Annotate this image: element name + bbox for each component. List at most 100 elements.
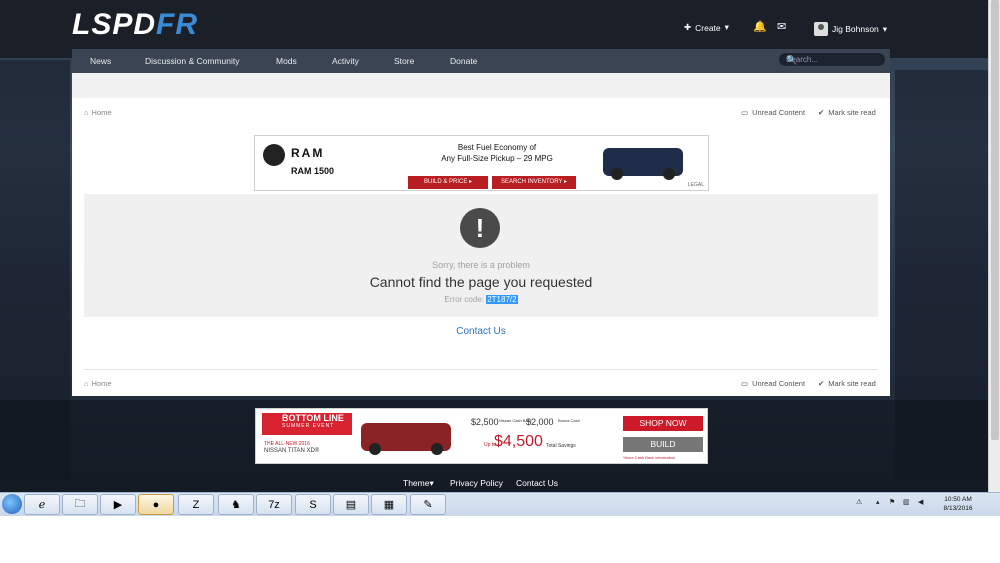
divider	[84, 369, 878, 370]
spreadsheet-icon[interactable]: ▦	[371, 494, 407, 515]
plus-icon: ✚	[684, 22, 692, 32]
breadcrumb-home[interactable]: Home	[92, 379, 112, 388]
contact-us-link[interactable]: Contact Us	[72, 326, 890, 337]
tray-network-icon[interactable]: ▥	[903, 498, 910, 506]
bell-icon[interactable]: 🔔	[753, 20, 767, 33]
mark-read-link[interactable]: ✔ Mark site read	[818, 108, 876, 117]
search-inventory-button[interactable]: SEARCH INVENTORY ▸	[492, 176, 576, 189]
ad-model: RAM 1500	[291, 166, 335, 176]
firefox-icon[interactable]: ●	[138, 494, 174, 515]
create-menu[interactable]: ✚ Create ▾	[684, 22, 729, 33]
error-code: 2T187/2	[486, 295, 518, 304]
privacy-policy-link[interactable]: Privacy Policy	[450, 478, 503, 488]
7zip-icon[interactable]: 7z	[256, 494, 292, 515]
envelope-icon[interactable]: ✉	[777, 20, 786, 33]
footer: Theme▾ Privacy Policy Contact Us	[0, 478, 988, 490]
screen: LSPDFR ✚ Create ▾ 🔔 ✉ Jig Bohnson ▾ News…	[0, 0, 1000, 563]
truck-image	[361, 423, 451, 455]
truck-image	[603, 148, 683, 180]
filezilla-icon[interactable]: Z	[178, 494, 214, 515]
ad-subheadline: SUMMER EVENT	[282, 423, 335, 429]
nav-item-discussion[interactable]: Discussion & Community	[145, 49, 239, 73]
unread-content-label: Unread Content	[752, 108, 806, 117]
error-code-label: Error code:	[444, 295, 484, 304]
inbox-icon: ▭	[741, 108, 749, 117]
mark-read-link[interactable]: ✔ Mark site read	[818, 379, 876, 388]
build-button[interactable]: BUILD	[623, 437, 703, 452]
skype-icon[interactable]: S	[295, 494, 331, 515]
site-logo[interactable]: LSPDFR	[72, 8, 198, 42]
tray-flag-icon[interactable]: ⚑	[889, 498, 895, 506]
ad-total: $4,500	[494, 433, 543, 450]
theme-label: Theme	[403, 478, 430, 488]
caret-down-icon: ▾	[429, 478, 434, 488]
home-icon: ⌂	[84, 108, 89, 117]
offer-1: $2,500	[471, 417, 499, 427]
ad-model-1: THE ALL-NEW 2016	[264, 441, 310, 447]
explorer-icon[interactable]: 🗀	[62, 494, 98, 515]
ad-headline-2: Any Full-Size Pickup – 29 MPG	[441, 154, 553, 163]
nav-item-donate[interactable]: Donate	[450, 49, 477, 73]
ad-legal[interactable]: LEGAL	[688, 182, 704, 188]
panel-header-strip	[72, 73, 890, 98]
exclamation-icon: !	[460, 208, 500, 248]
error-subtitle: Sorry, there is a problem	[432, 260, 530, 270]
logo-text-white: LSPD	[72, 8, 157, 41]
create-label: Create	[695, 22, 721, 33]
shop-now-button[interactable]: SHOP NOW	[623, 416, 703, 431]
nav-item-store[interactable]: Store	[394, 49, 414, 73]
check-icon: ✔	[818, 108, 825, 117]
ad-banner-ram[interactable]: RAM RAM 1500 Best Fuel Economy of Any Fu…	[254, 135, 709, 191]
nav-item-activity[interactable]: Activity	[332, 49, 359, 73]
footer-contact-link[interactable]: Contact Us	[516, 478, 558, 488]
game-icon[interactable]: ♞	[218, 494, 254, 515]
ad-total-note: Total Savings	[546, 443, 576, 449]
media-player-icon[interactable]: ▶	[100, 494, 136, 515]
logo-text-blue: FR	[156, 8, 199, 41]
tray-expand-icon[interactable]: ▴	[876, 498, 880, 506]
ram-logo-icon	[263, 144, 285, 166]
main-nav: News Discussion & Community Mods Activit…	[72, 49, 890, 73]
breadcrumb-home[interactable]: Home	[92, 108, 112, 117]
tray-volume-icon[interactable]: ◀	[918, 498, 923, 506]
notepad-icon[interactable]: ▤	[333, 494, 369, 515]
tray-alert-icon[interactable]: ⚠	[856, 498, 862, 506]
mark-read-label: Mark site read	[828, 108, 876, 117]
check-icon: ✔	[818, 379, 825, 388]
ie-icon[interactable]: ℯ	[24, 494, 60, 515]
caret-down-icon: ▾	[882, 23, 888, 34]
user-name: Jig Bohnson	[832, 24, 879, 34]
nav-item-news[interactable]: News	[90, 49, 111, 73]
clock-time: 10:50 AM	[944, 496, 972, 503]
error-title: Cannot find the page you requested	[369, 274, 593, 290]
ad-brand: RAM	[291, 146, 325, 160]
breadcrumb[interactable]: ⌂ Home	[84, 108, 112, 117]
search-input[interactable]: Search... 🔍	[778, 52, 886, 67]
avatar	[814, 22, 828, 36]
start-button[interactable]	[2, 494, 22, 514]
clock[interactable]: 10:50 AM 8/13/2016	[936, 495, 980, 513]
build-price-button[interactable]: BUILD & PRICE ▸	[408, 176, 488, 189]
unread-content-label: Unread Content	[752, 379, 806, 388]
scrollbar-thumb[interactable]	[991, 0, 999, 440]
scrollbar[interactable]	[988, 0, 1000, 492]
caret-down-icon: ▾	[724, 22, 729, 32]
unread-content-link[interactable]: ▭ Unread Content	[741, 108, 805, 117]
mark-read-label: Mark site read	[828, 379, 876, 388]
user-menu[interactable]: Jig Bohnson ▾	[814, 22, 887, 36]
error-code-line: Error code: 2T187/2	[84, 295, 878, 304]
home-icon: ⌂	[84, 379, 89, 388]
theme-menu[interactable]: Theme▾	[403, 478, 434, 489]
breadcrumb-bottom[interactable]: ⌂ Home	[84, 379, 112, 388]
unread-content-link[interactable]: ▭ Unread Content	[741, 379, 805, 388]
ad-banner-nissan[interactable]: BOTTOM LINE SUMMER EVENT THE ALL-NEW 201…	[255, 408, 708, 464]
ad-headline: Best Fuel Economy of Any Full-Size Picku…	[437, 142, 557, 164]
error-box: ! Sorry, there is a problem Cannot find …	[84, 194, 878, 317]
nav-item-mods[interactable]: Mods	[276, 49, 297, 73]
paint-icon[interactable]: ✎	[410, 494, 446, 515]
clock-date: 8/13/2016	[943, 505, 973, 512]
inbox-icon: ▭	[741, 379, 749, 388]
content-panel: ⌂ Home ▭ Unread Content ✔ Mark site read…	[72, 73, 890, 396]
search-icon[interactable]: 🔍	[786, 55, 878, 66]
offer-2: $2,000	[526, 417, 554, 427]
